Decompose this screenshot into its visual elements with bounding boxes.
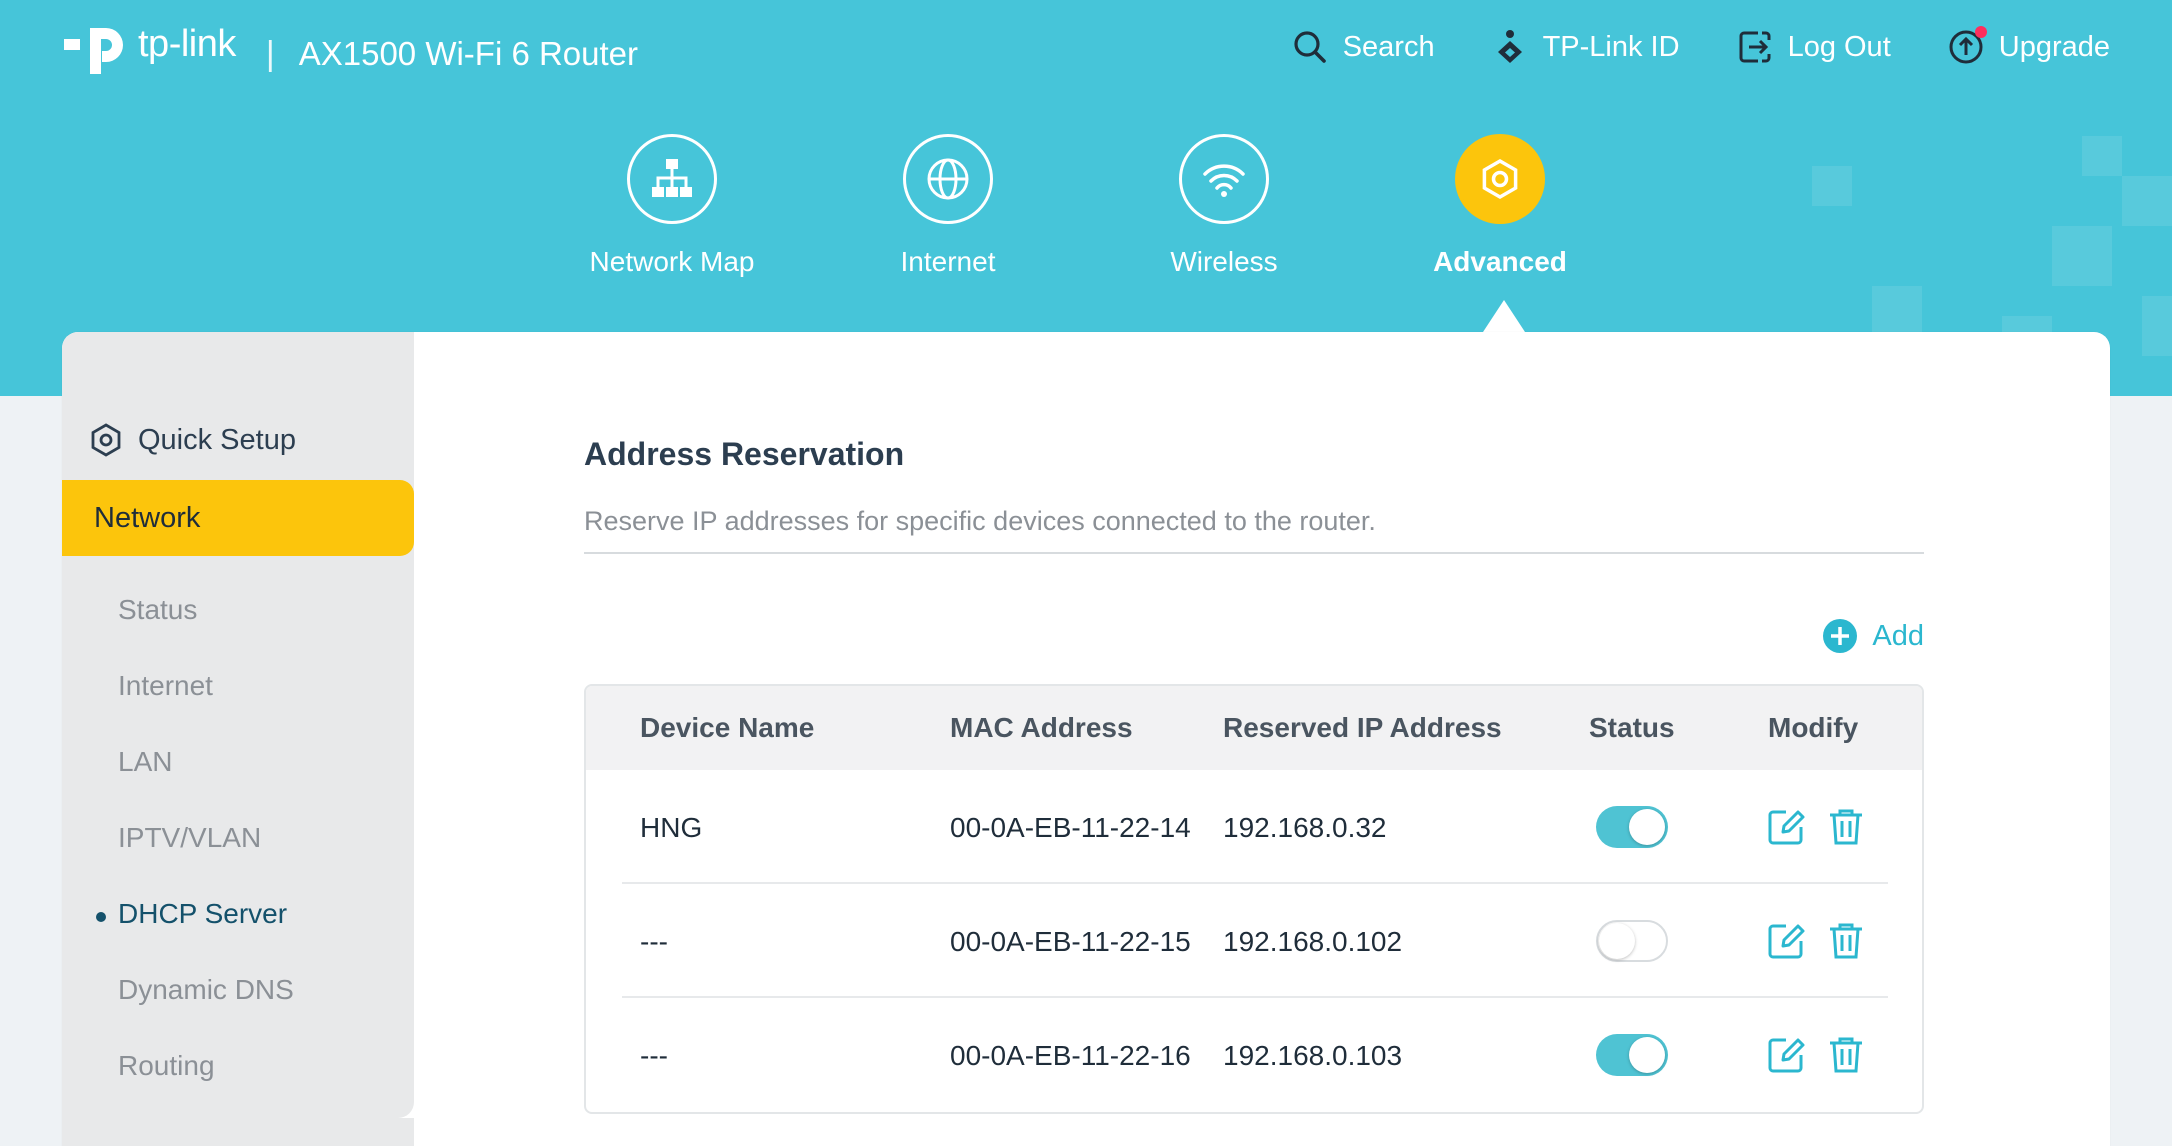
edit-button[interactable] — [1766, 807, 1806, 847]
sidebar-item-iptv-vlan[interactable]: IPTV/VLAN — [118, 822, 261, 854]
add-button[interactable]: Add — [1822, 618, 1924, 654]
reserved-ip-cell: 192.168.0.102 — [1223, 926, 1403, 957]
active-indicator-dot — [96, 912, 106, 922]
globe-icon — [903, 134, 993, 224]
network-map-icon — [627, 134, 717, 224]
notification-dot — [1974, 26, 1987, 38]
mac-address-cell: 00-0A-EB-11-22-14 — [950, 812, 1191, 843]
decorative-block — [2142, 296, 2172, 356]
tab-label: Advanced — [1433, 246, 1567, 277]
table-row: --- 00-0A-EB-11-22-15 192.168.0.102 — [586, 884, 1922, 998]
gear-icon — [91, 423, 121, 457]
tab-internet[interactable]: Internet — [828, 134, 1068, 278]
search-label: Search — [1342, 30, 1435, 63]
logout-button[interactable]: Log Out — [1736, 28, 1891, 66]
table-row: --- 00-0A-EB-11-22-16 192.168.0.103 — [586, 998, 1922, 1112]
search-button[interactable]: Search — [1291, 28, 1435, 66]
header-divider: | — [265, 34, 275, 73]
trash-icon — [1830, 923, 1862, 959]
upgrade-button[interactable]: Upgrade — [1947, 26, 2110, 66]
wifi-icon — [1179, 134, 1269, 224]
page-description: Reserve IP addresses for specific device… — [584, 506, 1376, 536]
sidebar-item-label: DHCP Server — [118, 898, 288, 929]
column-header-reserved-ip: Reserved IP Address — [1223, 712, 1502, 743]
tplink-id-icon — [1497, 30, 1522, 63]
edit-icon — [1768, 924, 1805, 959]
tp-link-logo-icon — [64, 28, 123, 74]
tab-label: Internet — [900, 246, 996, 277]
search-icon — [1294, 31, 1326, 63]
trash-icon — [1830, 1037, 1862, 1073]
sidebar-item-quick-setup[interactable]: Quick Setup — [88, 422, 296, 458]
sidebar-item-routing[interactable]: Routing — [118, 1050, 215, 1082]
status-toggle[interactable] — [1596, 920, 1668, 962]
upgrade-icon-wrap — [1947, 26, 1987, 66]
sidebar-item-label: Quick Setup — [138, 423, 296, 456]
tab-wireless[interactable]: Wireless — [1104, 134, 1344, 278]
logout-label: Log Out — [1787, 30, 1891, 63]
edit-button[interactable] — [1766, 1035, 1806, 1075]
gear-icon — [1455, 134, 1545, 224]
device-name-cell: HNG — [640, 812, 703, 843]
column-header-mac-address: MAC Address — [950, 712, 1133, 743]
status-toggle[interactable] — [1596, 1034, 1668, 1076]
column-header-modify: Modify — [1768, 712, 1859, 743]
sidebar-item-network[interactable]: Network — [62, 480, 414, 556]
sidebar-item-label: Network — [94, 502, 201, 534]
tab-label: Network Map — [589, 246, 755, 277]
active-tab-pointer — [1483, 300, 1525, 332]
top-navigation: Search TP-Link ID Log Out Upgrade — [1291, 26, 2110, 66]
delete-button[interactable] — [1826, 807, 1866, 847]
delete-button[interactable] — [1826, 1035, 1866, 1075]
reservation-table: Device Name MAC Address Reserved IP Addr… — [584, 684, 1924, 1114]
main-navigation: Network Map Internet Wireless Advanced — [0, 134, 2172, 294]
logout-icon — [1739, 31, 1771, 63]
page-title: Address Reservation — [584, 436, 905, 472]
tplink-id-button[interactable]: TP-Link ID — [1491, 28, 1680, 66]
router-model: AX1500 Wi-Fi 6 Router — [298, 35, 639, 72]
tab-network-map[interactable]: Network Map — [552, 134, 792, 278]
tab-label: Wireless — [1170, 246, 1278, 277]
sidebar-item-internet[interactable]: Internet — [118, 670, 213, 702]
sidebar: Quick Setup Network Status Internet LAN … — [62, 332, 414, 1118]
tab-advanced[interactable]: Advanced — [1380, 134, 1620, 278]
sidebar-item-status[interactable]: Status — [118, 594, 197, 626]
tp-link-logo[interactable]: tp-link | AX1500 Wi-Fi 6 Router — [60, 14, 638, 86]
table-header: Device Name MAC Address Reserved IP Addr… — [586, 686, 1922, 770]
main-panel: Quick Setup Network Status Internet LAN … — [62, 332, 2110, 1146]
delete-button[interactable] — [1826, 921, 1866, 961]
trash-icon — [1830, 809, 1862, 845]
plus-circle-icon — [1823, 619, 1858, 653]
sidebar-item-lan[interactable]: LAN — [118, 746, 172, 778]
sidebar-item-dynamic-dns[interactable]: Dynamic DNS — [118, 974, 294, 1006]
section-divider — [584, 552, 1924, 554]
toggle-knob — [1629, 1037, 1665, 1073]
tplink-id-label: TP-Link ID — [1542, 30, 1680, 63]
edit-button[interactable] — [1766, 921, 1806, 961]
mac-address-cell: 00-0A-EB-11-22-15 — [950, 926, 1191, 957]
mac-address-cell: 00-0A-EB-11-22-16 — [950, 1040, 1191, 1071]
add-label: Add — [1872, 619, 1924, 652]
toggle-knob — [1599, 923, 1635, 959]
sidebar-lower-area — [62, 1118, 414, 1146]
device-name-cell: --- — [640, 1040, 668, 1071]
device-name-cell: --- — [640, 926, 668, 957]
status-toggle[interactable] — [1596, 806, 1668, 848]
edit-icon — [1768, 1038, 1805, 1073]
sidebar-item-dhcp-server[interactable]: DHCP Server — [96, 898, 288, 930]
table-row: HNG 00-0A-EB-11-22-14 192.168.0.32 — [586, 770, 1922, 884]
edit-icon — [1768, 810, 1805, 845]
column-header-status: Status — [1589, 712, 1675, 743]
column-header-device-name: Device Name — [640, 712, 815, 743]
brand-name: tp-link — [138, 22, 236, 65]
reserved-ip-cell: 192.168.0.103 — [1223, 1040, 1403, 1071]
toggle-knob — [1629, 809, 1665, 845]
upgrade-label: Upgrade — [1998, 30, 2110, 63]
reserved-ip-cell: 192.168.0.32 — [1223, 812, 1387, 843]
